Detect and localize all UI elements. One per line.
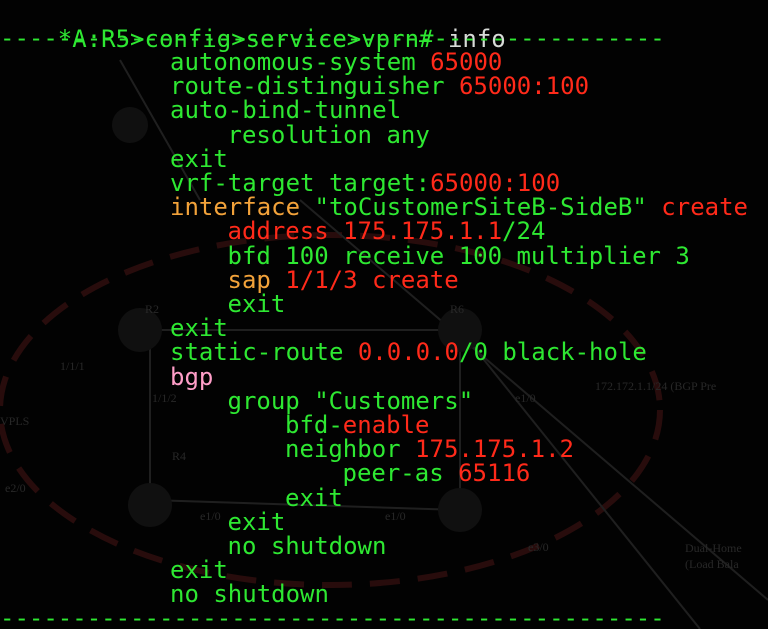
- config-line: exit: [228, 510, 286, 534]
- command-prompt: *A:R5>config>service>vprn# info: [0, 0, 506, 53]
- diagram-label: e1/0: [200, 509, 221, 523]
- diagram-label: R2: [145, 302, 159, 316]
- separator-bottom: ----------------------------------------…: [0, 606, 665, 629]
- config-line: static-route 0.0.0.0/0 black-hole: [170, 340, 647, 364]
- diagram-label: R6: [450, 302, 464, 316]
- diagram-label: e2/0: [5, 481, 26, 495]
- config-line: exit: [170, 147, 228, 171]
- router-icon: [128, 483, 172, 527]
- config-line: bfd-enable: [285, 413, 430, 437]
- diagram-label: (Load Bala: [685, 557, 739, 571]
- config-token: peer-as: [342, 459, 459, 488]
- config-token: exit: [227, 290, 286, 318]
- separator-top: ----------------------------------------…: [0, 26, 665, 50]
- router-icon: [438, 488, 482, 532]
- config-token: create: [646, 193, 748, 222]
- config-token: no shutdown: [227, 532, 387, 560]
- config-line: resolution any: [228, 123, 430, 147]
- config-line: peer-as 65116: [343, 461, 531, 485]
- config-line: sap 1/1/3 create: [228, 268, 459, 292]
- config-token: /0 black-hole: [459, 338, 647, 367]
- config-token: exit: [285, 483, 343, 512]
- config-line: exit: [228, 292, 286, 316]
- config-token: 65116: [458, 459, 531, 488]
- config-line: bfd 100 receive 100 multiplier 3: [228, 244, 690, 268]
- diagram-label: e3/0: [528, 540, 549, 554]
- config-line: exit: [170, 316, 228, 340]
- config-line: bgp: [170, 365, 213, 389]
- config-line: address 175.175.1.1/24: [228, 219, 546, 243]
- diagram-label: 172.172.1.1/24 (BGP Pre: [595, 379, 716, 393]
- config-token: 0.0.0.0: [357, 338, 459, 367]
- diagram-label: e1/0: [385, 509, 406, 523]
- config-line: exit: [170, 558, 228, 582]
- config-line: vrf-target target:65000:100: [170, 171, 560, 195]
- diagram-label: Dual-Home: [685, 541, 742, 555]
- config-line: autonomous-system 65000: [170, 50, 502, 74]
- config-token: 65000:100: [458, 72, 590, 101]
- config-token: bgp: [170, 362, 214, 391]
- diagram-label: 1/1/1: [60, 359, 85, 373]
- config-line: auto-bind-tunnel: [170, 98, 401, 122]
- config-token: resolution any: [227, 120, 430, 149]
- config-line: interface "toCustomerSiteB-SideB" create: [170, 195, 748, 219]
- terminal-window[interactable]: R2 R6 R4 1/1/1 1/1/2 e1/0 e1/0 e1/0 e2/0…: [0, 0, 768, 629]
- config-line: exit: [285, 486, 343, 510]
- config-line: group "Customers": [228, 389, 474, 413]
- config-line: no shutdown: [228, 534, 387, 558]
- config-token: 1/1/3: [285, 265, 358, 294]
- config-token: create: [357, 265, 459, 294]
- config-token: no shutdown: [170, 580, 329, 609]
- diagram-label: VPLS: [0, 414, 29, 428]
- config-line: neighbor 175.175.1.2: [285, 437, 574, 461]
- diagram-label: e1/0: [515, 391, 536, 405]
- diagram-label: R4: [172, 449, 186, 463]
- diagram-label: 1/1/2: [152, 391, 177, 405]
- config-line: no shutdown: [170, 582, 329, 606]
- router-icon: [112, 107, 148, 143]
- config-line: route-distinguisher 65000:100: [170, 74, 589, 98]
